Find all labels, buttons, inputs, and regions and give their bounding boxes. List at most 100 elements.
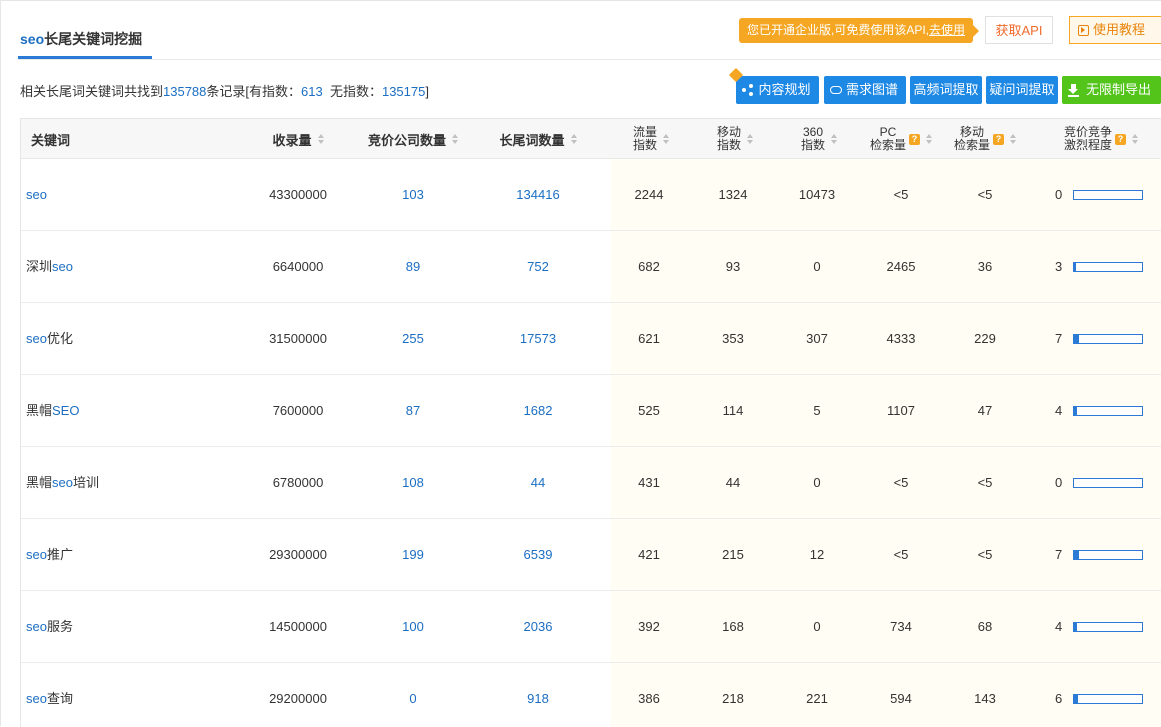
cell-traffic-index: 421 [638,547,660,562]
tab-longtail-mining[interactable]: seo长尾关键词挖掘 [20,29,142,49]
cell-pc-search: <5 [893,187,909,202]
keyword-text: 黑帽 [26,475,53,490]
sort-icon[interactable] [1132,133,1138,145]
cell-keyword[interactable]: 黑帽SEO [26,375,246,447]
cell-bid-companies[interactable]: 0 [353,663,473,727]
competition-bar [1073,406,1143,416]
sort-icon[interactable] [570,133,577,145]
sort-icon[interactable] [317,133,324,145]
table-header: 关键词 收录量 竞价公司数量 长尾词数量 流量 指数 移动 指数 360 指数 PC 检… [21,119,1161,159]
cell-keyword[interactable]: seo优化 [26,303,246,375]
left-border [0,0,1,726]
cell-bid-companies[interactable]: 89 [353,231,473,303]
help-icon[interactable]: ? [1115,133,1126,145]
cell-360-index: 0 [813,475,821,490]
col-pc-search[interactable]: PC 检索量? [861,119,941,159]
sort-icon[interactable] [452,133,458,145]
cell-pc-search: 1107 [887,403,915,418]
summary-no-index-label: 无指数： [322,84,382,99]
cell-traffic-index: 682 [638,259,660,274]
cell-longtail[interactable]: 918 [483,663,593,727]
col-bid-companies[interactable]: 竞价公司数量 [353,119,473,159]
keyword-text: 黑帽 [26,403,53,418]
competition-bar-fill [1074,263,1077,271]
col-comp-l1: 竞价竞争 [1063,125,1112,139]
cell-360-index: 0 [813,619,821,634]
keyword-highlight: seo [52,475,73,490]
get-api-button[interactable]: 获取API [985,16,1053,44]
col-comp-l2: 激烈程度 [1063,138,1112,152]
demand-graph-button[interactable]: 需求图谱 [824,76,906,104]
col-bid-competition[interactable]: 竞价竞争 激烈程度? [1051,119,1151,159]
cell-pc-search: 734 [890,619,912,634]
sort-icon[interactable] [1010,133,1016,145]
notice-use-link[interactable]: 去使用 [929,23,965,37]
cell-indexed: 14500000 [269,619,327,634]
help-icon[interactable]: ? [909,133,920,145]
table-row: 黑帽seo培训 6780000 108 44 431 44 0 <5 <5 0 [21,447,1161,519]
col-360-index[interactable]: 360 指数 [789,119,849,159]
tutorial-button[interactable]: 使用教程 [1069,16,1161,44]
col-traffic-index[interactable]: 流量 指数 [621,119,681,159]
keyword-highlight: seo [26,691,47,706]
col-indexed[interactable]: 收录量 [253,119,343,159]
keyword-highlight: seo [52,259,73,274]
col-bid-label: 竞价公司数量 [367,132,446,148]
cell-bid-companies[interactable]: 87 [353,375,473,447]
cell-longtail[interactable]: 752 [483,231,593,303]
content-plan-label: 内容规划 [758,82,811,97]
col-mobile-search[interactable]: 移动 检索量? [943,119,1027,159]
keyword-text: 培训 [72,475,99,490]
competition-bar [1073,622,1143,632]
cell-bid-companies[interactable]: 255 [353,303,473,375]
cell-keyword[interactable]: 深圳seo [26,231,246,303]
cell-longtail[interactable]: 17573 [483,303,593,375]
question-extract-button[interactable]: 疑问词提取 [986,76,1058,104]
cell-mobile-search: 143 [974,691,996,706]
cell-360-index: 10473 [798,187,836,202]
table-row: seo查询 29200000 0 918 386 218 221 594 143 6 [21,663,1161,727]
cell-longtail[interactable]: 1682 [483,375,593,447]
cell-mobile-search: 47 [977,403,993,418]
cell-bid-companies[interactable]: 199 [353,519,473,591]
sort-icon[interactable] [831,133,837,145]
sort-icon[interactable] [926,133,932,145]
cell-pc-search: 4333 [886,331,916,346]
cell-traffic-index: 392 [638,619,660,634]
cell-indexed: 29200000 [269,691,327,706]
cell-bid-companies[interactable]: 108 [353,447,473,519]
cell-bid-competition: 7 [1055,519,1155,591]
export-button[interactable]: 无限制导出 [1062,76,1161,104]
cell-mobile-search: <5 [977,475,993,490]
summary-middle: 条记录[有指数： [206,84,302,99]
cell-pc-search: 2465 [886,259,916,274]
cell-longtail[interactable]: 44 [483,447,593,519]
col-mobile-index[interactable]: 移动 指数 [705,119,765,159]
competition-bar-fill [1074,551,1079,559]
cell-keyword[interactable]: seo推广 [26,519,246,591]
cell-longtail[interactable]: 6539 [483,519,593,591]
cell-keyword[interactable]: 黑帽seo培训 [26,447,246,519]
cell-bid-companies[interactable]: 100 [353,591,473,663]
keyword-highlight: seo [26,619,47,634]
cell-mobile-index: 114 [722,403,744,418]
col-longtail[interactable]: 长尾词数量 [483,119,593,159]
cell-bid-companies[interactable]: 103 [353,159,473,231]
share-icon [742,84,754,96]
high-freq-extract-button[interactable]: 高频词提取 [910,76,982,104]
cell-mobile-search: 36 [977,259,993,274]
cell-mobile-search: <5 [977,547,993,562]
cell-keyword[interactable]: seo服务 [26,591,246,663]
col-indexed-label: 收录量 [272,132,312,148]
cell-keyword[interactable]: seo查询 [26,663,246,727]
cell-mobile-index: 215 [722,547,744,562]
content-plan-button[interactable]: 内容规划 [736,76,819,104]
cell-mobile-search: 229 [974,331,996,346]
cell-longtail[interactable]: 134416 [483,159,593,231]
cell-keyword[interactable]: seo [26,159,246,231]
help-icon[interactable]: ? [993,133,1004,145]
cell-longtail[interactable]: 2036 [483,591,593,663]
sort-icon[interactable] [747,133,753,145]
keyword-table: 关键词 收录量 竞价公司数量 长尾词数量 流量 指数 移动 指数 360 指数 PC 检… [20,118,1161,727]
sort-icon[interactable] [663,133,669,145]
